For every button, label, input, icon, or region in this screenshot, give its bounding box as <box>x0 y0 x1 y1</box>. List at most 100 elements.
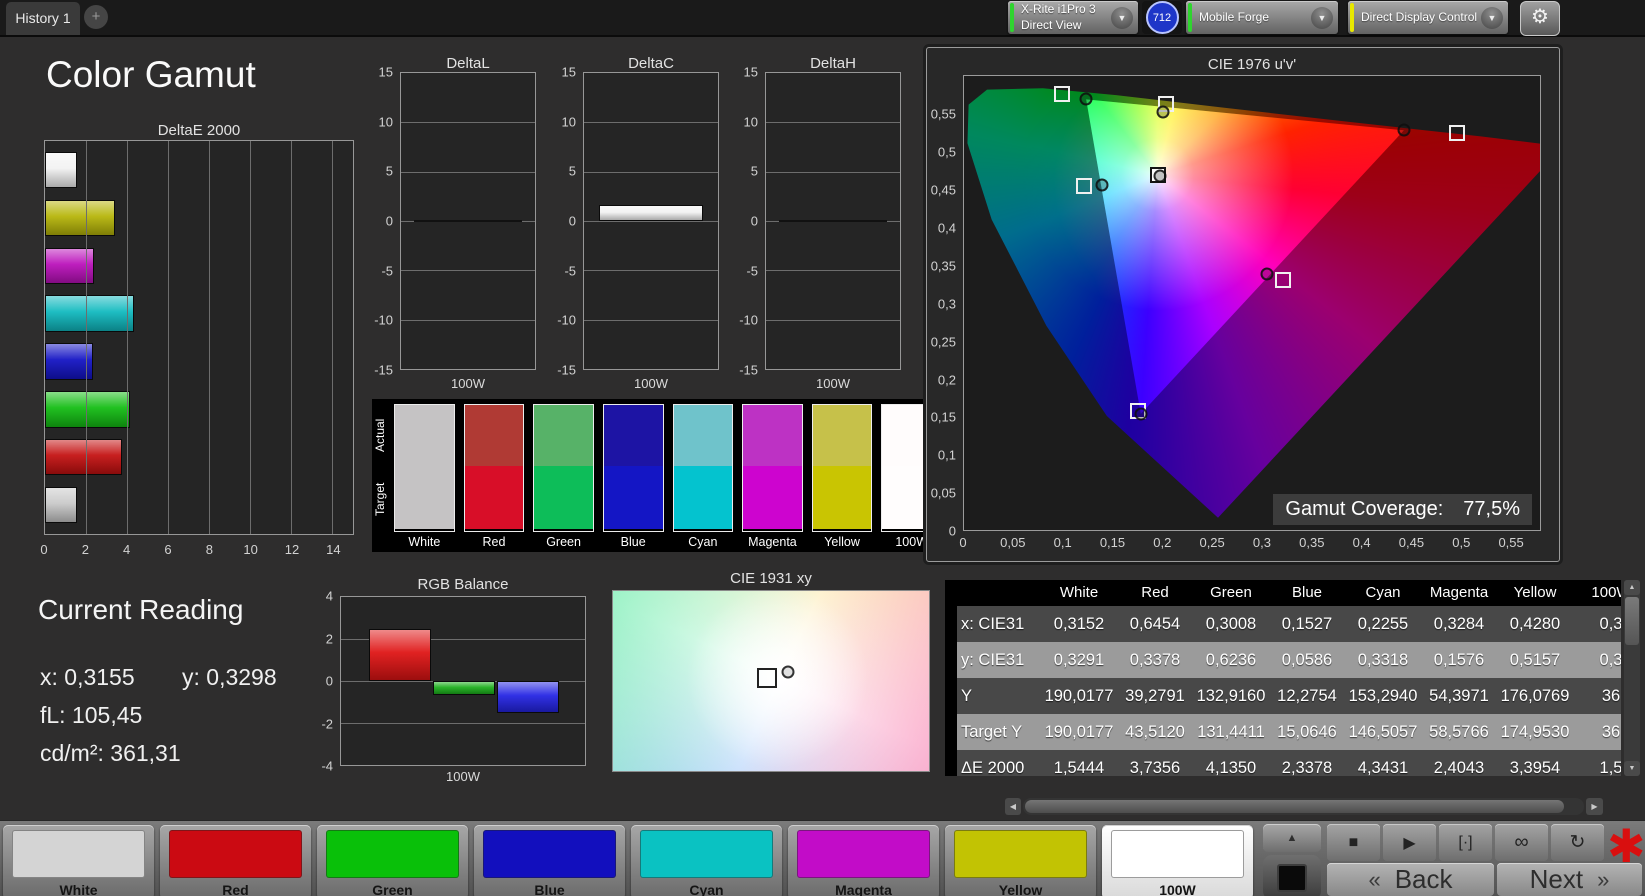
delta-bar <box>598 205 704 221</box>
measured-marker-white <box>1153 169 1167 183</box>
gridline <box>291 141 293 534</box>
measure-button[interactable]: ▶ <box>1383 824 1436 861</box>
refresh-button[interactable]: ↻ <box>1551 824 1604 861</box>
gridline <box>584 270 718 272</box>
axis-tick: 0 <box>959 535 967 550</box>
pattern-label: Blue <box>534 882 565 896</box>
table-horizontal-scrollbar[interactable] <box>1023 798 1584 815</box>
gridline <box>332 141 334 534</box>
measured-marker-red <box>1397 123 1411 137</box>
axis-tick: 0,1 <box>937 447 956 463</box>
table-row-label: Target Y <box>961 723 1023 741</box>
gridline <box>584 319 718 321</box>
chevron-down-icon: ▼ <box>1481 6 1503 29</box>
gridline <box>401 319 535 321</box>
scroll-down-icon[interactable]: ▼ <box>1624 761 1640 776</box>
table-header-cell: Magenta <box>1429 584 1489 601</box>
gridline <box>341 723 585 724</box>
deltah-chart: DeltaH 15 10 5 0 -5 -10 -15 100W <box>731 55 903 400</box>
pattern-button-blue[interactable]: Blue <box>474 825 625 896</box>
gridline <box>766 171 900 173</box>
page-title: Color Gamut <box>46 54 256 95</box>
deltae-bar-row <box>45 146 353 194</box>
pattern-swatch <box>326 830 459 878</box>
scroll-right-icon[interactable]: ▶ <box>1586 798 1603 815</box>
rgb-bar-green <box>433 681 495 695</box>
reading-cdm2: cd/m²: 361,31 <box>40 740 181 766</box>
axis-tick: 0,2 <box>937 372 956 387</box>
deltae-bar-row <box>45 385 353 433</box>
single-read-button[interactable]: [·] <box>1439 824 1492 861</box>
target-marker-green <box>1054 86 1071 103</box>
refresh-icon: ↻ <box>1569 832 1586 853</box>
pattern-button-magenta[interactable]: Magenta <box>788 825 939 896</box>
expand-panel-button[interactable]: ▲ <box>1263 824 1321 852</box>
deltac-x-label: 100W <box>634 376 668 391</box>
pattern-button-red[interactable]: Red <box>160 825 311 896</box>
table-row-label: ΔE 2000 <box>961 759 1025 776</box>
table-cell: 0,3318 <box>1357 651 1409 669</box>
deltae-bar-green <box>45 391 130 428</box>
measured-marker-yellow <box>1156 105 1170 119</box>
table-cell: 4,3431 <box>1357 759 1409 776</box>
pattern-label: White <box>59 882 98 896</box>
swatch-label: Green <box>546 535 581 549</box>
gamut-coverage-readout: Gamut Coverage: 77,5% <box>1273 494 1532 525</box>
axis-tick: -5 <box>381 263 393 279</box>
pattern-button-green[interactable]: Green <box>317 825 468 896</box>
table-vertical-scrollbar[interactable]: ▲ ▼ <box>1624 580 1640 776</box>
gridline <box>168 141 170 534</box>
axis-tick: 10 <box>243 542 258 557</box>
scroll-left-icon[interactable]: ◀ <box>1005 798 1021 815</box>
scrollbar-thumb[interactable] <box>1625 597 1639 645</box>
pattern-window-button[interactable] <box>1263 855 1321 896</box>
meter-status-stripe <box>1010 3 1014 32</box>
alert-asterisk-icon: ✱ <box>1607 820 1645 872</box>
axis-tick: 0,55 <box>930 106 956 122</box>
pattern-swatch <box>797 830 930 878</box>
axis-tick: -15 <box>374 362 393 378</box>
add-tab-button[interactable]: + <box>84 5 108 29</box>
rgb-balance-y-axis: 4 2 0 -2 -4 <box>310 589 336 774</box>
workflow-dropdown[interactable]: Direct Display Control ▼ <box>1348 1 1508 34</box>
pattern-button-yellow[interactable]: Yellow <box>945 825 1096 896</box>
axis-tick: 0,3 <box>937 296 956 312</box>
cie-1931-plot-area <box>612 590 930 772</box>
target-swatch <box>395 466 454 529</box>
back-button[interactable]: « Back <box>1327 863 1494 896</box>
table-cell: 0,2255 <box>1357 615 1409 633</box>
deltae-bar-cyan <box>45 295 135 332</box>
continuous-read-button[interactable]: ∞ <box>1495 824 1548 861</box>
deltae-2000-chart: DeltaE 2000 0 2 4 6 8 10 12 14 <box>40 122 356 562</box>
axis-tick: 4 <box>123 542 131 557</box>
pattern-button-white[interactable]: White <box>3 825 154 896</box>
scroll-up-icon[interactable]: ▲ <box>1624 580 1640 595</box>
table-cell: 2,3378 <box>1281 759 1333 776</box>
swatch-column-blue: Blue <box>602 404 664 551</box>
reading-fl: fL: 105,45 <box>40 702 143 728</box>
target-swatch <box>603 466 663 529</box>
table-cell: 43,5120 <box>1125 723 1185 741</box>
axis-tick: 0,05 <box>1000 535 1026 550</box>
scrollbar-thumb[interactable] <box>1025 800 1564 813</box>
axis-tick: 2 <box>325 631 333 646</box>
table-cell: 0,3 <box>1599 651 1621 669</box>
swatch-column-cyan: Cyan <box>672 404 734 551</box>
measured-marker-blue <box>1134 407 1148 421</box>
pattern-button-100w[interactable]: 100W <box>1102 825 1253 896</box>
tab-history-1[interactable]: History 1 <box>6 2 80 35</box>
swatch-pair <box>742 404 803 532</box>
swatch-column-yellow: Yellow <box>811 404 873 551</box>
table-header-cell <box>945 580 1041 606</box>
meter-dropdown[interactable]: X-Rite i1Pro 3 Direct View ▼ <box>1008 1 1138 34</box>
rgb-balance-chart: RGB Balance 4 2 0 -2 -4 100W <box>310 576 600 791</box>
chevron-down-icon: ▼ <box>1311 6 1333 29</box>
gear-icon[interactable]: ⚙ <box>1520 1 1560 36</box>
axis-tick: 12 <box>284 542 300 557</box>
table-header-cell: Cyan <box>1365 584 1401 601</box>
stop-button[interactable]: ■ <box>1327 824 1380 861</box>
swatch-pair <box>394 404 455 532</box>
source-dropdown[interactable]: Mobile Forge ▼ <box>1186 1 1338 34</box>
pattern-button-cyan[interactable]: Cyan <box>631 825 782 896</box>
single-read-icon: [·] <box>1458 833 1473 851</box>
